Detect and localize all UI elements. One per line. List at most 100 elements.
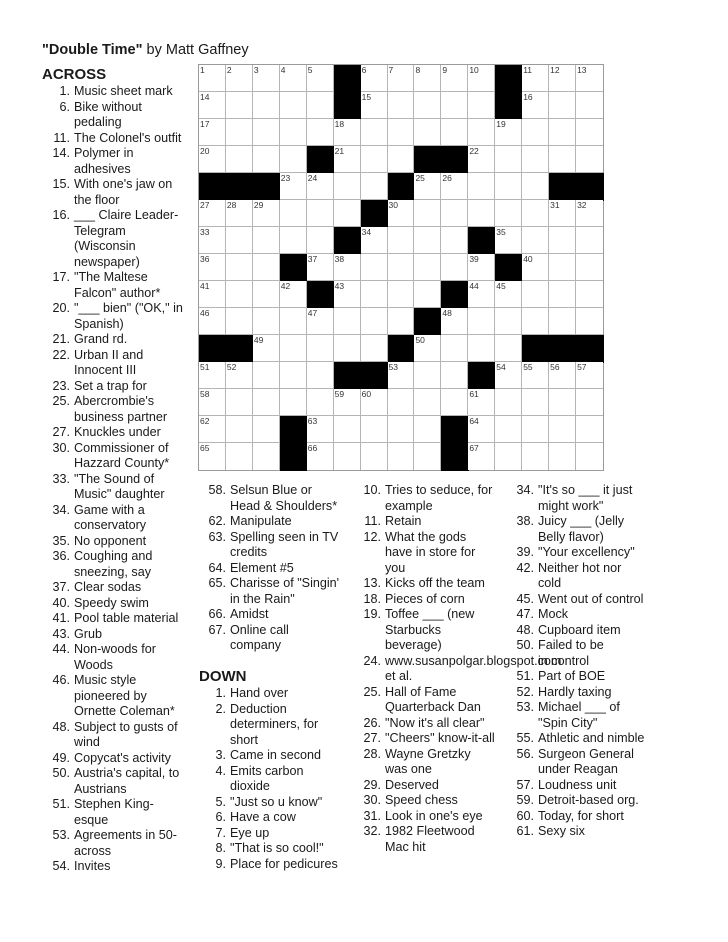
grid-cell[interactable] [333,308,361,335]
grid-cell[interactable]: 11 [522,65,550,92]
grid-cell[interactable] [549,119,577,146]
grid-cell[interactable] [522,227,550,254]
grid-cell[interactable] [414,389,442,416]
grid-cell[interactable]: 5 [306,65,334,92]
grid-cell[interactable]: 57 [576,362,603,389]
grid-cell[interactable]: 62 [199,416,226,443]
grid-cell[interactable]: 55 [522,362,550,389]
grid-cell[interactable]: 21 [333,146,361,173]
grid-cell[interactable]: 59 [333,389,361,416]
grid-cell[interactable] [252,92,280,119]
grid-cell[interactable] [387,254,415,281]
grid-cell[interactable] [279,335,307,362]
grid-cell[interactable] [576,389,603,416]
grid-cell[interactable] [225,227,253,254]
grid-cell[interactable] [522,146,550,173]
grid-cell[interactable] [549,416,577,443]
grid-cell[interactable] [576,281,603,308]
grid-cell[interactable] [468,173,496,200]
grid-cell[interactable] [441,227,469,254]
grid-cell[interactable] [522,119,550,146]
grid-cell[interactable] [360,173,388,200]
grid-cell[interactable] [387,92,415,119]
grid-cell[interactable]: 32 [576,200,603,227]
grid-cell[interactable] [441,200,469,227]
grid-cell[interactable] [225,281,253,308]
grid-cell[interactable] [441,335,469,362]
grid-cell[interactable]: 31 [549,200,577,227]
grid-cell[interactable]: 53 [387,362,415,389]
grid-cell[interactable] [495,173,523,200]
grid-cell[interactable]: 4 [279,65,307,92]
grid-cell[interactable]: 46 [199,308,226,335]
grid-cell[interactable]: 56 [549,362,577,389]
grid-cell[interactable]: 18 [333,119,361,146]
grid-cell[interactable] [360,335,388,362]
grid-cell[interactable] [225,443,253,470]
grid-cell[interactable] [414,254,442,281]
grid-cell[interactable] [576,416,603,443]
grid-cell[interactable]: 48 [441,308,469,335]
grid-cell[interactable]: 8 [414,65,442,92]
grid-cell[interactable]: 61 [468,389,496,416]
grid-cell[interactable] [360,443,388,470]
grid-cell[interactable]: 67 [468,443,496,470]
grid-cell[interactable]: 51 [199,362,226,389]
grid-cell[interactable] [576,92,603,119]
grid-cell[interactable]: 9 [441,65,469,92]
grid-cell[interactable] [414,281,442,308]
grid-cell[interactable] [495,146,523,173]
grid-cell[interactable]: 38 [333,254,361,281]
grid-cell[interactable] [549,227,577,254]
grid-cell[interactable]: 37 [306,254,334,281]
grid-cell[interactable]: 44 [468,281,496,308]
grid-cell[interactable] [441,119,469,146]
grid-cell[interactable]: 29 [252,200,280,227]
grid-cell[interactable] [495,335,523,362]
grid-cell[interactable] [468,119,496,146]
grid-cell[interactable]: 30 [387,200,415,227]
grid-cell[interactable]: 1 [199,65,226,92]
grid-cell[interactable]: 17 [199,119,226,146]
grid-cell[interactable] [576,254,603,281]
grid-cell[interactable]: 27 [199,200,226,227]
grid-cell[interactable] [225,254,253,281]
grid-cell[interactable] [576,308,603,335]
grid-cell[interactable] [441,389,469,416]
grid-cell[interactable] [360,308,388,335]
grid-cell[interactable] [360,416,388,443]
grid-cell[interactable] [306,119,334,146]
grid-cell[interactable] [279,119,307,146]
grid-cell[interactable]: 60 [360,389,388,416]
grid-cell[interactable] [252,416,280,443]
grid-cell[interactable]: 6 [360,65,388,92]
grid-cell[interactable] [549,281,577,308]
grid-cell[interactable] [225,389,253,416]
grid-cell[interactable] [414,92,442,119]
grid-cell[interactable] [252,443,280,470]
grid-cell[interactable]: 65 [199,443,226,470]
grid-cell[interactable]: 63 [306,416,334,443]
grid-cell[interactable] [495,308,523,335]
grid-cell[interactable] [306,335,334,362]
grid-cell[interactable] [468,335,496,362]
grid-cell[interactable] [306,200,334,227]
grid-cell[interactable] [441,254,469,281]
grid-cell[interactable]: 42 [279,281,307,308]
grid-cell[interactable] [495,389,523,416]
grid-cell[interactable] [252,254,280,281]
grid-cell[interactable]: 7 [387,65,415,92]
grid-cell[interactable] [225,119,253,146]
grid-cell[interactable] [252,146,280,173]
grid-cell[interactable] [576,227,603,254]
grid-cell[interactable] [576,119,603,146]
grid-cell[interactable] [549,389,577,416]
grid-cell[interactable]: 14 [199,92,226,119]
grid-cell[interactable] [360,281,388,308]
grid-cell[interactable] [576,146,603,173]
grid-cell[interactable] [468,308,496,335]
grid-cell[interactable]: 50 [414,335,442,362]
grid-cell[interactable] [279,362,307,389]
grid-cell[interactable] [522,389,550,416]
grid-cell[interactable] [414,416,442,443]
